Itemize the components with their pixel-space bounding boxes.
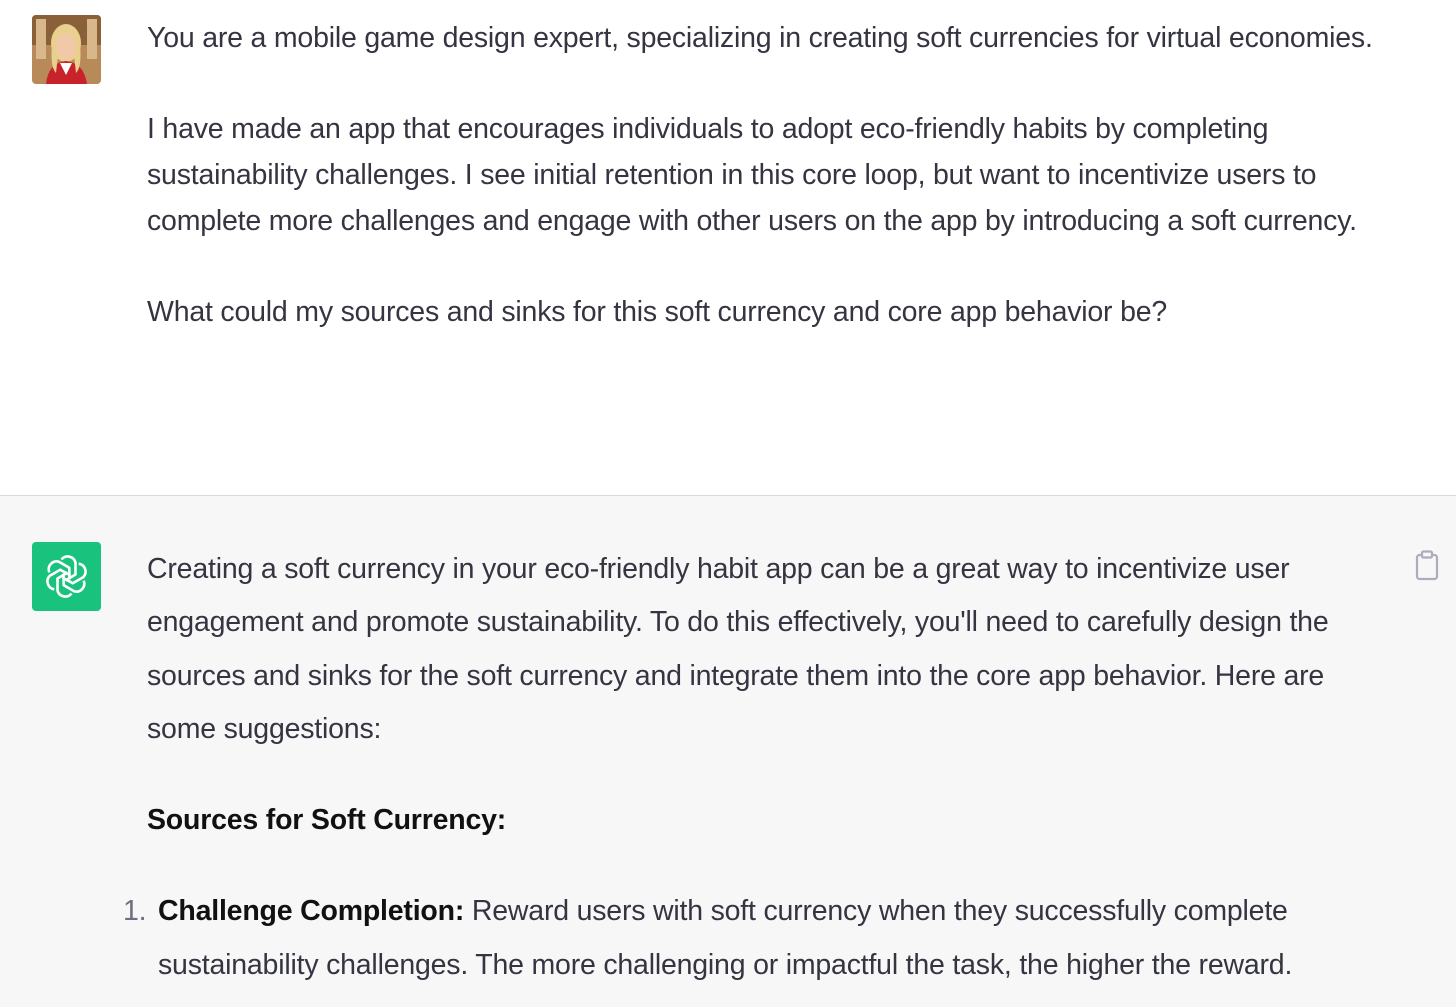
user-paragraph: What could my sources and sinks for this… — [147, 296, 1168, 329]
user-avatar — [32, 15, 101, 84]
clipboard-icon[interactable] — [1412, 549, 1442, 581]
list-item-number: 1. — [123, 895, 147, 928]
assistant-message: Creating a soft currency in your eco-fri… — [0, 496, 1456, 1007]
section-heading: Sources for Soft Currency: — [147, 804, 507, 837]
suggestion-list: 1. Challenge Completion: Reward users wit… — [123, 885, 1397, 992]
user-message: You are a mobile game design expert, spe… — [0, 0, 1456, 496]
openai-logo-icon — [32, 542, 101, 611]
list-item-lead: Challenge Completion: — [158, 895, 465, 928]
list-item: 1. Challenge Completion: Reward users wit… — [123, 885, 1397, 992]
user-message-text: You are a mobile game design expert, spe… — [147, 16, 1397, 336]
user-paragraph: I have made an app that encourages indiv… — [147, 113, 1357, 237]
user-paragraph: You are a mobile game design expert, spe… — [147, 22, 1373, 54]
assistant-message-text: Creating a soft currency in your eco-fri… — [123, 543, 1397, 992]
assistant-intro: Creating a soft currency in your eco-fri… — [147, 553, 1329, 745]
